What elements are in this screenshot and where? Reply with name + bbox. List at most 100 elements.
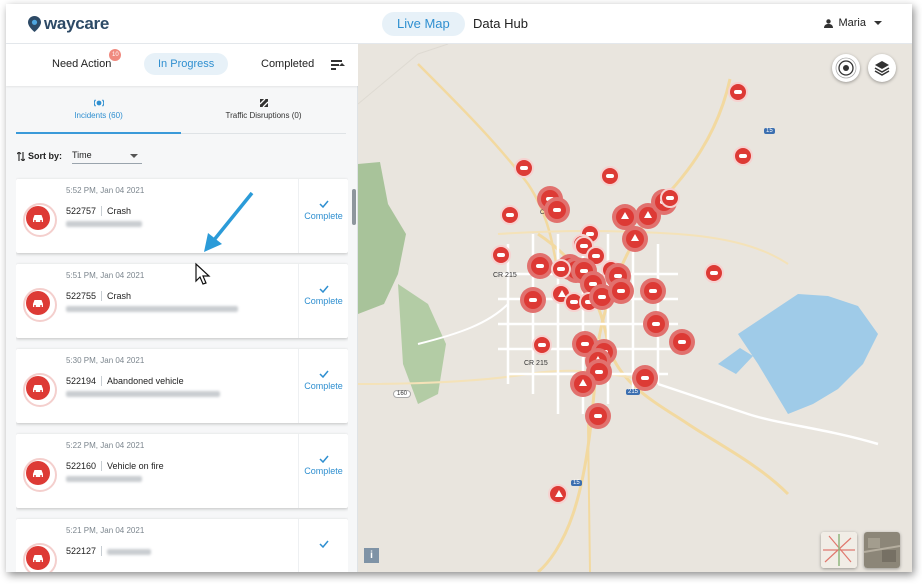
nav-tab-data-hub[interactable]: Data Hub	[458, 12, 543, 36]
sort-order-icon[interactable]	[331, 59, 345, 71]
map-style-roadmap[interactable]	[821, 532, 857, 568]
divider	[101, 206, 103, 216]
incident-marker[interactable]	[500, 205, 520, 225]
user-name: Maria	[838, 17, 866, 29]
tab-disruptions-label: Traffic Disruptions (0)	[225, 111, 302, 120]
crash-car-icon	[23, 373, 57, 407]
incident-signal-icon	[93, 99, 104, 107]
incident-type: Abandoned vehicle	[107, 376, 184, 386]
incident-type-redacted	[107, 549, 152, 555]
target-icon	[835, 57, 857, 79]
incident-marker[interactable]	[660, 188, 680, 208]
incident-card[interactable]: 5:21 PM, Jan 04 2021 522127	[16, 519, 348, 572]
complete-label: Complete	[304, 296, 343, 306]
divider	[101, 546, 103, 556]
incident-type: Vehicle on fire	[107, 461, 164, 471]
incident-marker[interactable]	[514, 158, 534, 178]
incident-id-line: 522127	[66, 546, 152, 556]
incident-card[interactable]: 5:51 PM, Jan 04 2021 522755 Crash Complet…	[16, 264, 348, 338]
incident-marker[interactable]	[608, 278, 634, 304]
locate-button[interactable]	[832, 54, 860, 82]
divider	[101, 376, 103, 386]
incident-time: 5:51 PM, Jan 04 2021	[66, 271, 145, 280]
complete-button[interactable]: Complete	[298, 349, 348, 423]
highway-shield: 215	[626, 389, 641, 395]
live-map[interactable]: CR 215 CR 215 CR 215 15 15 15 160 215	[358, 44, 912, 572]
tab-incidents-label: Incidents (60)	[74, 111, 123, 120]
incident-location-redacted	[66, 476, 142, 482]
incident-id-line: 522160 Vehicle on fire	[66, 461, 164, 471]
incident-marker[interactable]	[491, 245, 511, 265]
divider	[101, 461, 103, 471]
road-label: CR 215	[524, 360, 548, 367]
sort-label: Sort by:	[28, 151, 63, 161]
incident-card[interactable]: 5:22 PM, Jan 04 2021 522160 Vehicle on fi…	[16, 434, 348, 508]
crash-car-icon	[23, 288, 57, 322]
incident-warning-marker[interactable]	[548, 484, 568, 504]
tab-traffic-disruptions[interactable]: Traffic Disruptions (0)	[181, 94, 346, 134]
chevron-down-icon	[130, 154, 139, 158]
brand-logo[interactable]: waycare	[28, 14, 109, 34]
check-icon	[318, 540, 329, 548]
complete-button[interactable]: Complete	[298, 434, 348, 508]
chevron-down-icon	[874, 21, 882, 25]
person-icon	[824, 18, 834, 28]
divider	[101, 291, 103, 301]
tab-incidents[interactable]: Incidents (60)	[16, 94, 181, 134]
incident-list: 5:52 PM, Jan 04 2021 522757 Crash Complet…	[16, 177, 348, 572]
type-tabs: Incidents (60) Traffic Disruptions (0)	[16, 94, 346, 134]
tab-in-progress[interactable]: In Progress	[144, 53, 229, 75]
highway-shield: 15	[571, 480, 582, 486]
crash-car-icon	[23, 543, 57, 572]
incident-marker[interactable]	[520, 287, 546, 313]
map-style-satellite[interactable]	[864, 532, 900, 568]
incident-panel: Need Action 10 In Progress Completed Inc…	[6, 44, 358, 572]
complete-button[interactable]	[298, 519, 348, 572]
list-scrollbar[interactable]	[352, 189, 356, 225]
incident-marker[interactable]	[643, 311, 669, 337]
sort-value: Time	[72, 150, 92, 160]
satellite-thumbnail-icon	[864, 532, 900, 568]
complete-button[interactable]: Complete	[298, 264, 348, 338]
incident-time: 5:22 PM, Jan 04 2021	[66, 441, 145, 450]
check-icon	[318, 200, 329, 208]
complete-label: Complete	[304, 466, 343, 476]
incident-id: 522755	[66, 291, 97, 301]
incident-marker[interactable]	[733, 146, 753, 166]
nav-tab-live-map[interactable]: Live Map	[382, 12, 465, 36]
incident-card[interactable]: 5:52 PM, Jan 04 2021 522757 Crash Complet…	[16, 179, 348, 253]
incident-marker[interactable]	[600, 166, 620, 186]
incident-card[interactable]: 5:30 PM, Jan 04 2021 522194 Abandoned veh…	[16, 349, 348, 423]
layers-button[interactable]	[868, 54, 896, 82]
incident-id: 522160	[66, 461, 97, 471]
complete-label: Complete	[304, 211, 343, 221]
incident-type: Crash	[107, 206, 132, 216]
incident-marker[interactable]	[527, 253, 553, 279]
need-action-badge: 10	[109, 49, 122, 61]
incident-type: Crash	[107, 291, 132, 301]
sort-arrows-icon	[17, 151, 25, 161]
incident-marker[interactable]	[728, 82, 748, 102]
incident-marker[interactable]	[544, 197, 570, 223]
complete-button[interactable]: Complete	[298, 179, 348, 253]
incident-marker[interactable]	[704, 263, 724, 283]
user-menu[interactable]: Maria	[824, 17, 882, 29]
incident-warning-marker[interactable]	[622, 226, 648, 252]
incident-warning-marker[interactable]	[570, 371, 596, 397]
incident-marker[interactable]	[532, 335, 552, 355]
incident-time: 5:21 PM, Jan 04 2021	[66, 526, 145, 535]
incident-marker[interactable]	[585, 403, 611, 429]
sort-select[interactable]: Time	[72, 148, 143, 164]
incident-id-line: 522194 Abandoned vehicle	[66, 376, 184, 386]
annotation-arrow	[204, 191, 254, 252]
roadmap-thumbnail-icon	[821, 532, 857, 568]
incident-marker[interactable]	[632, 365, 658, 391]
tab-need-action[interactable]: Need Action 10	[52, 49, 122, 75]
top-bar: waycare Live Map Data Hub Maria	[6, 4, 912, 44]
incident-id-line: 522755 Crash	[66, 291, 131, 301]
incident-marker[interactable]	[669, 329, 695, 355]
tab-completed[interactable]: Completed	[261, 53, 314, 75]
incident-marker[interactable]	[551, 259, 571, 279]
info-button[interactable]: i	[364, 548, 379, 563]
incident-marker[interactable]	[640, 278, 666, 304]
